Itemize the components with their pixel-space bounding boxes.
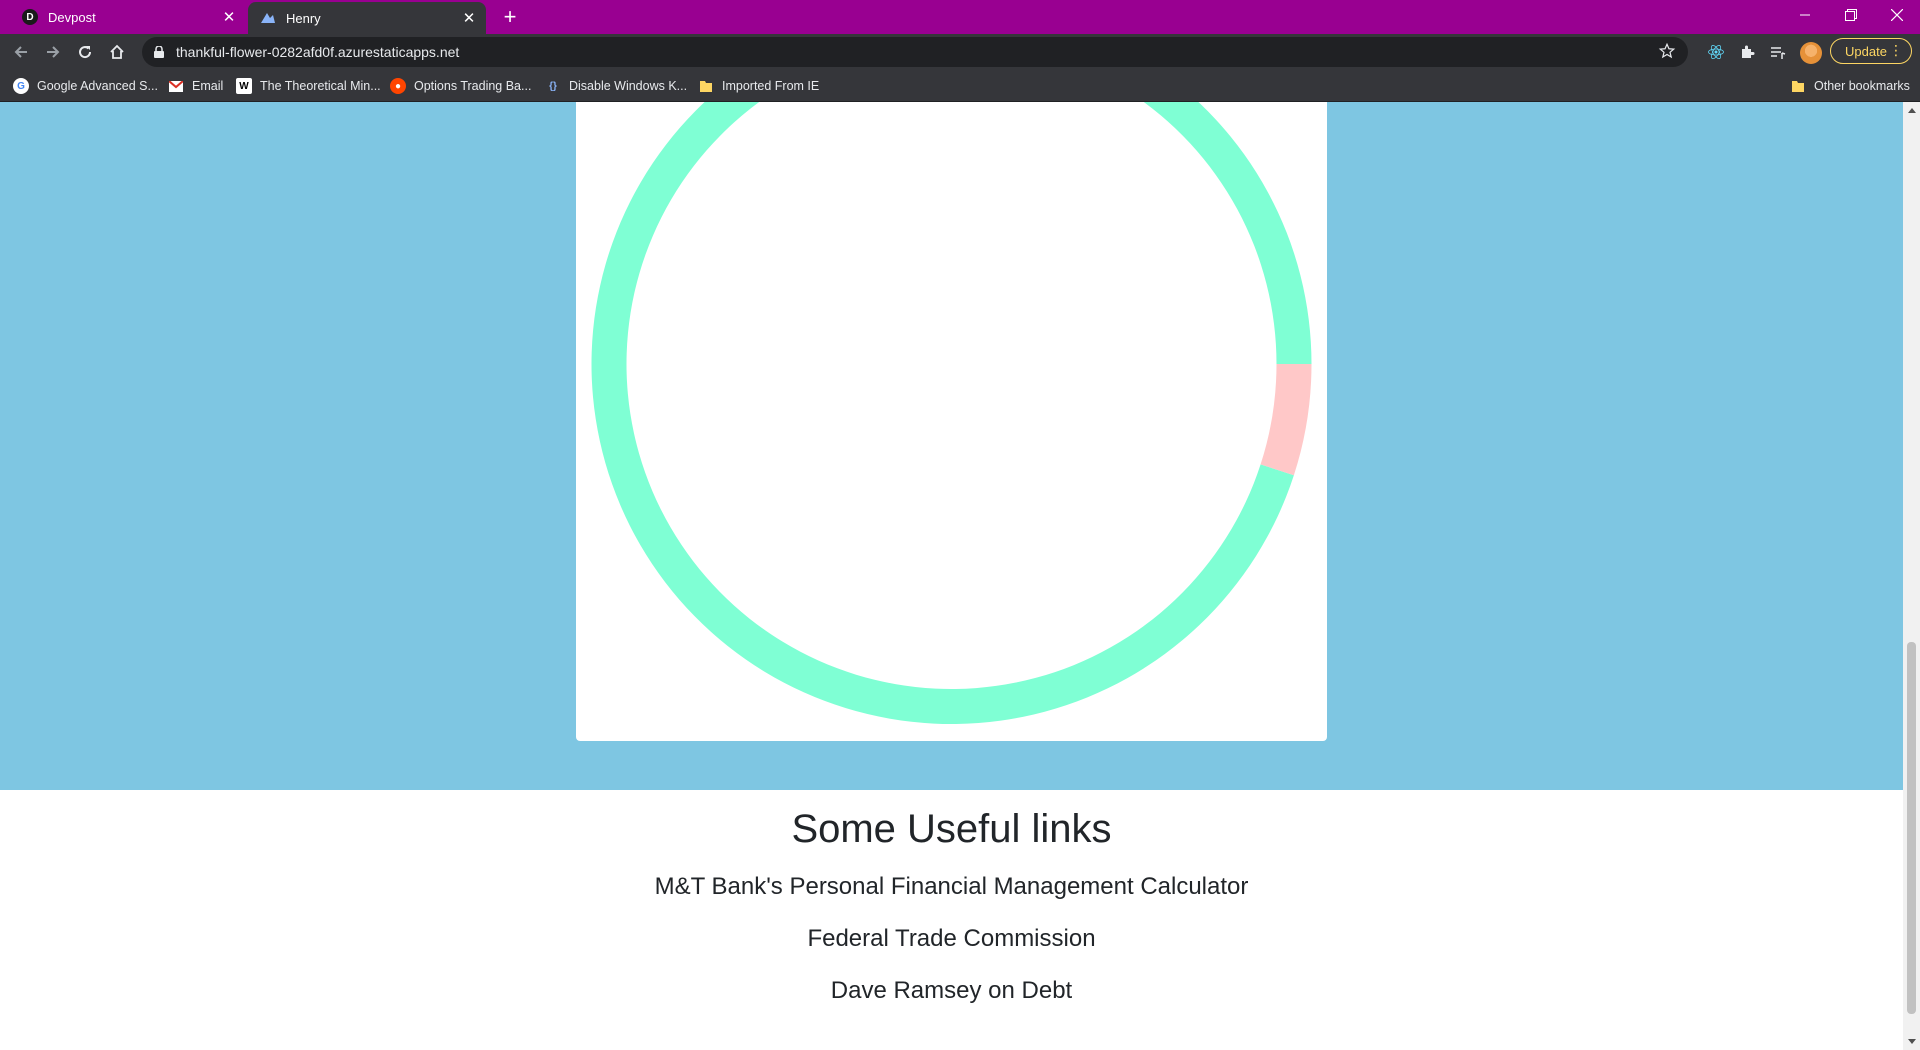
useful-links-section: Some Useful links M&T Bank's Personal Fi…: [0, 790, 1903, 1006]
close-window-icon[interactable]: [1874, 0, 1920, 30]
link-federal-trade-commission[interactable]: Federal Trade Commission: [0, 924, 1903, 954]
scroll-up-arrow-icon[interactable]: [1903, 102, 1920, 119]
bookmark-label: Imported From IE: [722, 79, 820, 93]
bookmarks-bar: G Google Advanced S... Email W The Theor…: [0, 70, 1920, 102]
gmail-icon: [168, 78, 184, 94]
tab-devpost[interactable]: D Devpost ✕: [10, 0, 246, 34]
bookmark-google-advanced[interactable]: G Google Advanced S...: [13, 76, 158, 96]
scrollbar-thumb[interactable]: [1907, 642, 1916, 1014]
reading-list-icon[interactable]: [1766, 40, 1790, 64]
chart-section: [0, 102, 1903, 790]
link-dave-ramsey-debt[interactable]: Dave Ramsey on Debt: [0, 976, 1903, 1006]
henry-favicon-icon: [260, 10, 276, 26]
profile-avatar[interactable]: [1800, 42, 1822, 64]
home-icon[interactable]: [105, 40, 129, 64]
bookmark-label: Disable Windows K...: [569, 79, 688, 93]
devpost-favicon-icon: D: [22, 9, 38, 25]
bookmark-label: Google Advanced S...: [37, 79, 158, 93]
bookmark-label: Options Trading Ba...: [414, 79, 532, 93]
bookmark-imported-from-ie[interactable]: Imported From IE: [698, 76, 819, 96]
bookmark-options-trading[interactable]: ● Options Trading Ba...: [390, 76, 531, 96]
folder-icon: [1790, 78, 1806, 94]
bookmark-theoretical-min[interactable]: W The Theoretical Min...: [236, 76, 381, 96]
donut-slice-secondary: [1260, 364, 1312, 476]
bookmark-star-icon[interactable]: [1658, 42, 1676, 65]
tab-title: Devpost: [48, 9, 96, 25]
browser-toolbar: thankful-flower-0282afd0f.azurestaticapp…: [0, 34, 1920, 70]
chart-card: [576, 102, 1327, 741]
update-label: Update: [1845, 43, 1887, 59]
folder-icon: [698, 78, 714, 94]
page-viewport: Some Useful links M&T Bank's Personal Fi…: [0, 102, 1903, 1050]
extensions-puzzle-icon[interactable]: [1736, 40, 1760, 64]
page-scrollbar[interactable]: [1903, 102, 1920, 1050]
tab-title: Henry: [286, 10, 321, 26]
close-tab-icon[interactable]: ✕: [218, 6, 240, 28]
reddit-icon: ●: [390, 78, 406, 94]
bookmark-label: Email: [192, 79, 224, 93]
bookmark-disable-windows[interactable]: {} Disable Windows K...: [545, 76, 687, 96]
bookmark-label: The Theoretical Min...: [260, 79, 381, 93]
reload-icon[interactable]: [73, 40, 97, 64]
scroll-down-arrow-icon[interactable]: [1903, 1033, 1920, 1050]
code-icon: {}: [549, 80, 557, 92]
restore-icon[interactable]: [1828, 0, 1874, 30]
forward-arrow-icon[interactable]: [41, 40, 65, 64]
close-tab-icon[interactable]: ✕: [458, 7, 480, 29]
update-button[interactable]: Update ⋮: [1830, 38, 1912, 64]
more-menu-icon: ⋮: [1889, 42, 1903, 58]
tab-henry[interactable]: Henry ✕: [248, 2, 486, 34]
react-devtools-icon[interactable]: [1704, 40, 1728, 64]
new-tab-button[interactable]: +: [498, 4, 522, 29]
wikipedia-icon: W: [236, 78, 252, 94]
back-arrow-icon[interactable]: [9, 40, 33, 64]
minimize-icon[interactable]: [1782, 0, 1828, 30]
address-bar[interactable]: thankful-flower-0282afd0f.azurestaticapp…: [142, 37, 1688, 67]
link-mt-bank-calculator[interactable]: M&T Bank's Personal Financial Management…: [0, 872, 1903, 902]
donut-chart: [591, 102, 1312, 724]
lock-icon: [154, 46, 164, 58]
url-text: thankful-flower-0282afd0f.azurestaticapp…: [176, 44, 460, 60]
links-heading: Some Useful links: [791, 807, 1112, 851]
google-icon: G: [13, 78, 29, 94]
bookmark-email[interactable]: Email: [168, 76, 223, 96]
bookmark-label: Other bookmarks: [1814, 79, 1910, 93]
tab-strip: D Devpost ✕ Henry ✕ +: [0, 0, 1920, 34]
bookmark-other-bookmarks[interactable]: Other bookmarks: [1790, 76, 1910, 96]
donut-slice-main: [591, 102, 1312, 724]
